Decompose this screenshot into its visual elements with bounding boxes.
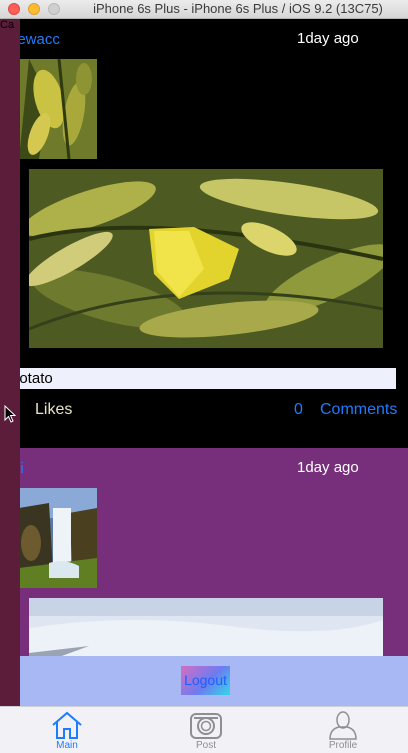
comments-button[interactable]: Comments: [320, 401, 397, 419]
comments-count: 0: [294, 401, 303, 418]
tab-profile[interactable]: Profile: [313, 707, 373, 753]
zoom-window-button[interactable]: [48, 3, 60, 15]
tab-profile-label: Profile: [328, 740, 358, 751]
left-overlay-strip: [0, 19, 20, 709]
user-avatar-image[interactable]: [19, 59, 97, 159]
home-icon: [52, 711, 82, 739]
left-strip-clipped-text: Ca: [0, 19, 15, 31]
tab-post-label: Post: [195, 740, 216, 751]
tab-post[interactable]: Post: [176, 707, 236, 753]
simulator-title-bar: iPhone 6s Plus - iPhone 6s Plus / iOS 9.…: [0, 0, 408, 19]
tab-main-label: Main: [56, 740, 78, 751]
close-window-button[interactable]: [8, 3, 20, 15]
logout-button[interactable]: Logout: [181, 666, 230, 695]
logout-bar: Logout: [0, 656, 408, 706]
post-timestamp: 1day ago: [297, 459, 359, 476]
camera-icon: [190, 713, 222, 739]
tab-bar: Main Post Profile: [0, 706, 408, 753]
minimize-window-button[interactable]: [28, 3, 40, 15]
leaf-thumbnail-image: [19, 59, 97, 159]
user-avatar-image[interactable]: [19, 488, 97, 588]
tab-main[interactable]: Main: [37, 707, 97, 753]
post-timestamp: 1day ago: [297, 30, 359, 47]
phone-screen: Ca newacc 1day ago potato Likes 0 Commen…: [0, 19, 408, 753]
person-icon: [329, 711, 357, 740]
window-title: iPhone 6s Plus - iPhone 6s Plus / iOS 9.…: [93, 1, 383, 16]
waterfall-thumbnail-image: [19, 488, 97, 588]
mouse-pointer-icon: [4, 404, 17, 428]
likes-button[interactable]: Likes: [35, 401, 72, 419]
leaves-butterfly-image: [29, 169, 383, 348]
post-main-image[interactable]: [29, 169, 383, 348]
post-caption[interactable]: potato: [9, 368, 396, 389]
feed-post: newacc 1day ago potato Likes 0 Comments: [0, 19, 408, 448]
